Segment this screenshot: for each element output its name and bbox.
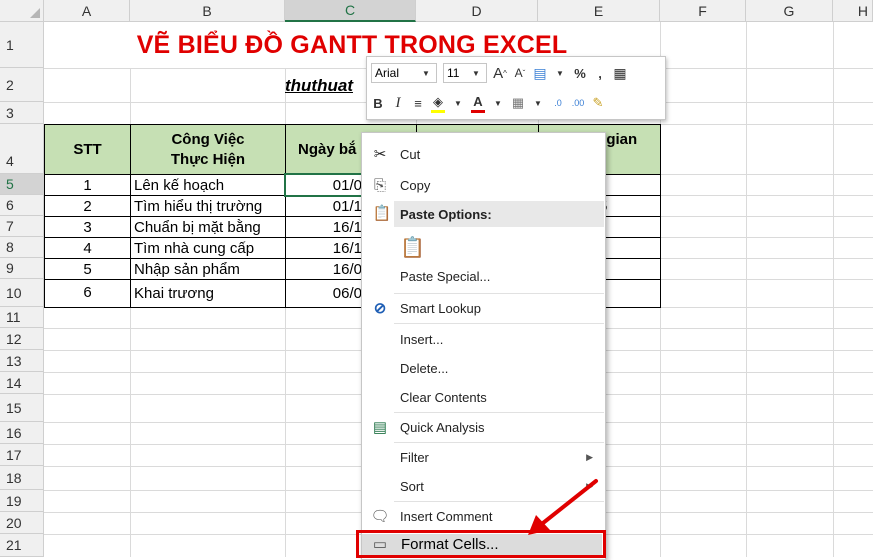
annotation-arrow-icon [528, 479, 598, 535]
